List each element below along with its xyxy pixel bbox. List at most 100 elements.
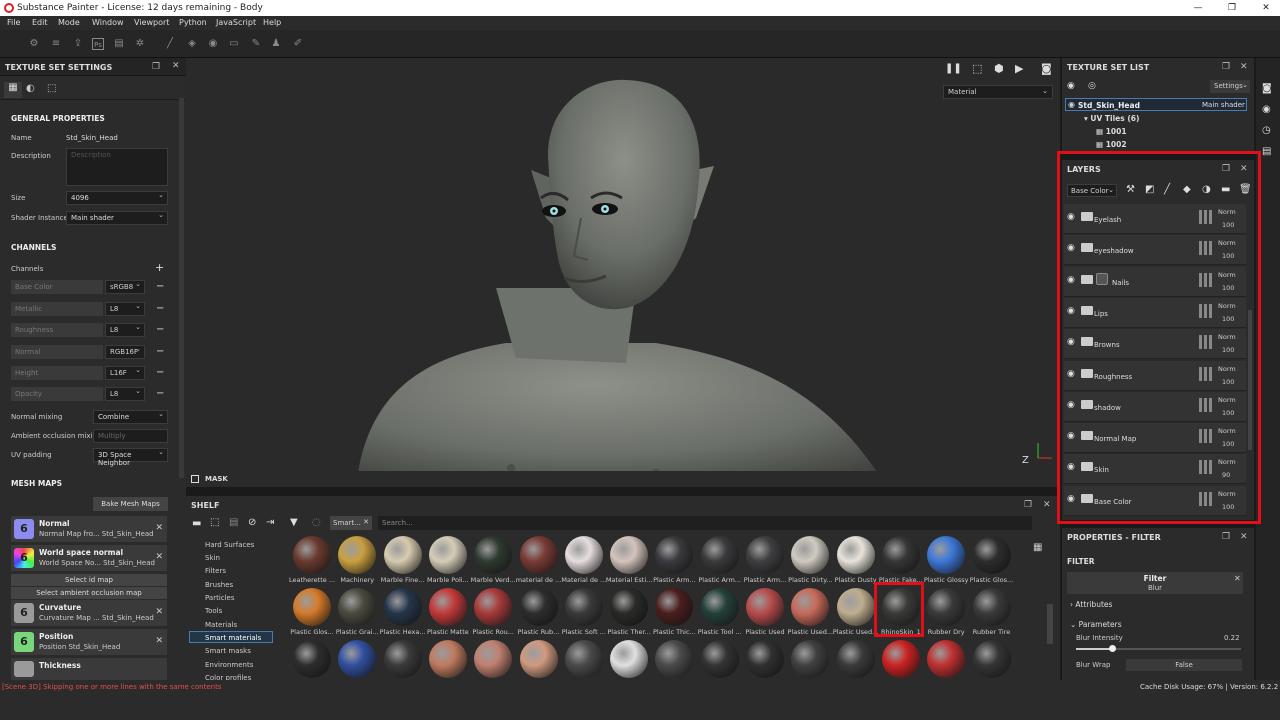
material-thumbnail[interactable] [474, 588, 513, 626]
material-thumbnail[interactable] [791, 536, 830, 574]
material-thumbnail[interactable] [700, 536, 739, 574]
material-thumbnail[interactable] [791, 640, 830, 678]
remove-channel-icon[interactable]: − [156, 281, 164, 292]
material-thumbnail[interactable] [428, 640, 467, 678]
eye-icon[interactable]: ◉ [1067, 431, 1075, 441]
material-thumbnail[interactable] [700, 640, 739, 678]
tab-uv-icon[interactable]: ⬚ [47, 83, 56, 94]
new-folder-icon[interactable]: ⬚ [210, 517, 219, 528]
material-thumbnail[interactable] [927, 536, 966, 574]
opacity-value[interactable]: 100 [1222, 346, 1234, 354]
eye-icon[interactable]: ◉ [1067, 494, 1075, 504]
layer-row[interactable]: ◉ Nails Norm 100 [1064, 266, 1246, 297]
description-field[interactable]: Description [66, 148, 168, 186]
layer-row[interactable]: ◉ Browns Norm 100 [1064, 329, 1246, 360]
shader-instance-select[interactable]: Main shader [66, 211, 168, 225]
add-effect-icon[interactable]: ⚒ [1126, 184, 1135, 195]
material-thumbnail[interactable] [564, 588, 603, 626]
opacity-value[interactable]: 100 [1222, 378, 1234, 386]
layer-row[interactable]: ◉ Eyelash Norm 100 [1064, 204, 1246, 234]
hide-icon[interactable]: ⊘ [248, 517, 256, 528]
material-thumbnail[interactable] [972, 536, 1011, 574]
blend-mode-select[interactable]: Norm [1218, 458, 1236, 466]
material-thumbnail[interactable] [655, 588, 694, 626]
select-ao-map-button[interactable]: Select ambient occlusion map [11, 587, 167, 599]
visibility-toggle-icon[interactable]: ◉ [1067, 81, 1075, 91]
screenshot-icon[interactable]: ◙ [1041, 62, 1052, 75]
export-icon[interactable]: ⇪ [72, 38, 84, 50]
layer-row[interactable]: ◉ eyeshadow Norm 100 [1064, 235, 1246, 266]
photoshop-icon[interactable]: Ps [92, 38, 104, 50]
category-item[interactable]: Particles [205, 594, 235, 602]
slider-handle[interactable] [1109, 645, 1117, 652]
material-thumbnail[interactable] [610, 640, 649, 678]
eye-icon[interactable]: ◉ [1068, 100, 1075, 109]
category-item[interactable]: Skin [205, 554, 220, 562]
filter-selector[interactable]: Filter Blur ✕ [1067, 572, 1243, 594]
clear-map-icon[interactable]: ✕ [155, 552, 163, 562]
layer-channel-select[interactable]: Base Color ⌄ [1067, 184, 1117, 197]
eye-icon[interactable]: ◉ [1067, 337, 1075, 347]
grid-view-icon[interactable]: ▦ [1033, 542, 1042, 553]
material-thumbnail[interactable] [746, 536, 784, 574]
opacity-value[interactable]: 100 [1222, 440, 1234, 448]
material-thumbnail[interactable] [791, 588, 830, 626]
mask-checkbox[interactable] [191, 475, 199, 483]
channel-format-select[interactable]: L8 [105, 302, 145, 316]
material-thumbnail[interactable] [338, 536, 377, 574]
eye-icon[interactable]: ◉ [1067, 369, 1075, 379]
blur-wrap-toggle[interactable]: False [1126, 659, 1242, 671]
close-window-icon[interactable]: ✕ [1254, 1, 1278, 15]
display-settings-icon[interactable]: ◉ [1262, 104, 1271, 115]
eraser-icon[interactable]: ◈ [186, 38, 198, 50]
material-thumbnail[interactable] [972, 588, 1011, 626]
layer-row[interactable]: ◉ shadow Norm 100 [1064, 391, 1246, 422]
material-thumbnail[interactable] [564, 640, 603, 678]
shelf-scrollbar[interactable] [1047, 604, 1053, 644]
close-panel-icon[interactable]: ✕ [172, 61, 180, 71]
channel-format-select[interactable]: L8 [105, 323, 145, 337]
remove-channel-icon[interactable]: − [156, 367, 164, 378]
material-thumbnail[interactable] [474, 640, 513, 678]
clear-filter-icon[interactable]: ✕ [1234, 574, 1241, 583]
clear-map-icon[interactable]: ✕ [155, 607, 163, 617]
material-thumbnail[interactable] [519, 588, 558, 626]
scrollbar[interactable] [179, 98, 184, 478]
mesh-map-thickness[interactable]: Thickness [11, 658, 167, 680]
eye-icon[interactable]: ◉ [1067, 243, 1075, 253]
uv-tiles-label[interactable]: ▾ UV Tiles (6) [1084, 114, 1139, 123]
blend-mode-select[interactable]: Norm [1218, 365, 1236, 373]
camera-frame-icon[interactable]: ⬚ [972, 62, 982, 75]
opacity-value[interactable]: 100 [1222, 252, 1234, 260]
smudge-icon[interactable]: ✎ [250, 38, 262, 50]
category-item[interactable]: Hard Surfaces [205, 541, 254, 549]
gear-icon[interactable]: ✲ [134, 38, 146, 50]
material-thumbnail[interactable] [746, 640, 784, 678]
material-thumbnail[interactable] [610, 536, 649, 574]
add-folder-icon[interactable]: ▬ [1221, 184, 1230, 195]
refresh-icon[interactable]: ◌ [312, 517, 321, 528]
material-thumbnail[interactable] [836, 588, 875, 626]
menu-python[interactable]: Python [179, 18, 207, 27]
folder-icon[interactable]: ▬ [192, 518, 201, 529]
filter-tag[interactable]: Smart... ✕ [330, 516, 372, 530]
material-thumbnail[interactable] [927, 588, 966, 626]
material-thumbnail[interactable] [927, 640, 966, 678]
material-thumbnail[interactable] [655, 640, 694, 678]
mesh-map-position[interactable]: 6 Position Position Std_Skin_Head ✕ [11, 629, 167, 655]
eye-icon[interactable]: ◉ [1067, 275, 1075, 285]
material-thumbnail[interactable] [881, 640, 920, 678]
layer-row[interactable]: ◉ Normal Map Norm 100 [1064, 423, 1246, 454]
float-panel-icon[interactable]: ❐ [1222, 62, 1230, 72]
projection-icon[interactable]: ◉ [207, 38, 219, 50]
remove-channel-icon[interactable]: − [156, 303, 164, 314]
material-thumbnail[interactable] [881, 588, 920, 626]
close-panel-icon[interactable]: ✕ [1240, 62, 1248, 72]
paint-brush-icon[interactable]: ╱ [164, 38, 176, 50]
category-item-selected[interactable]: Smart materials [205, 634, 261, 642]
layers-stack-icon[interactable]: ≡ [50, 38, 62, 50]
material-thumbnail[interactable] [519, 640, 558, 678]
mesh-map-curvature[interactable]: 6 Curvature Curvature Map ... Std_Skin_H… [11, 600, 167, 626]
material-thumbnail[interactable] [383, 588, 422, 626]
material-thumbnail[interactable] [293, 536, 331, 574]
